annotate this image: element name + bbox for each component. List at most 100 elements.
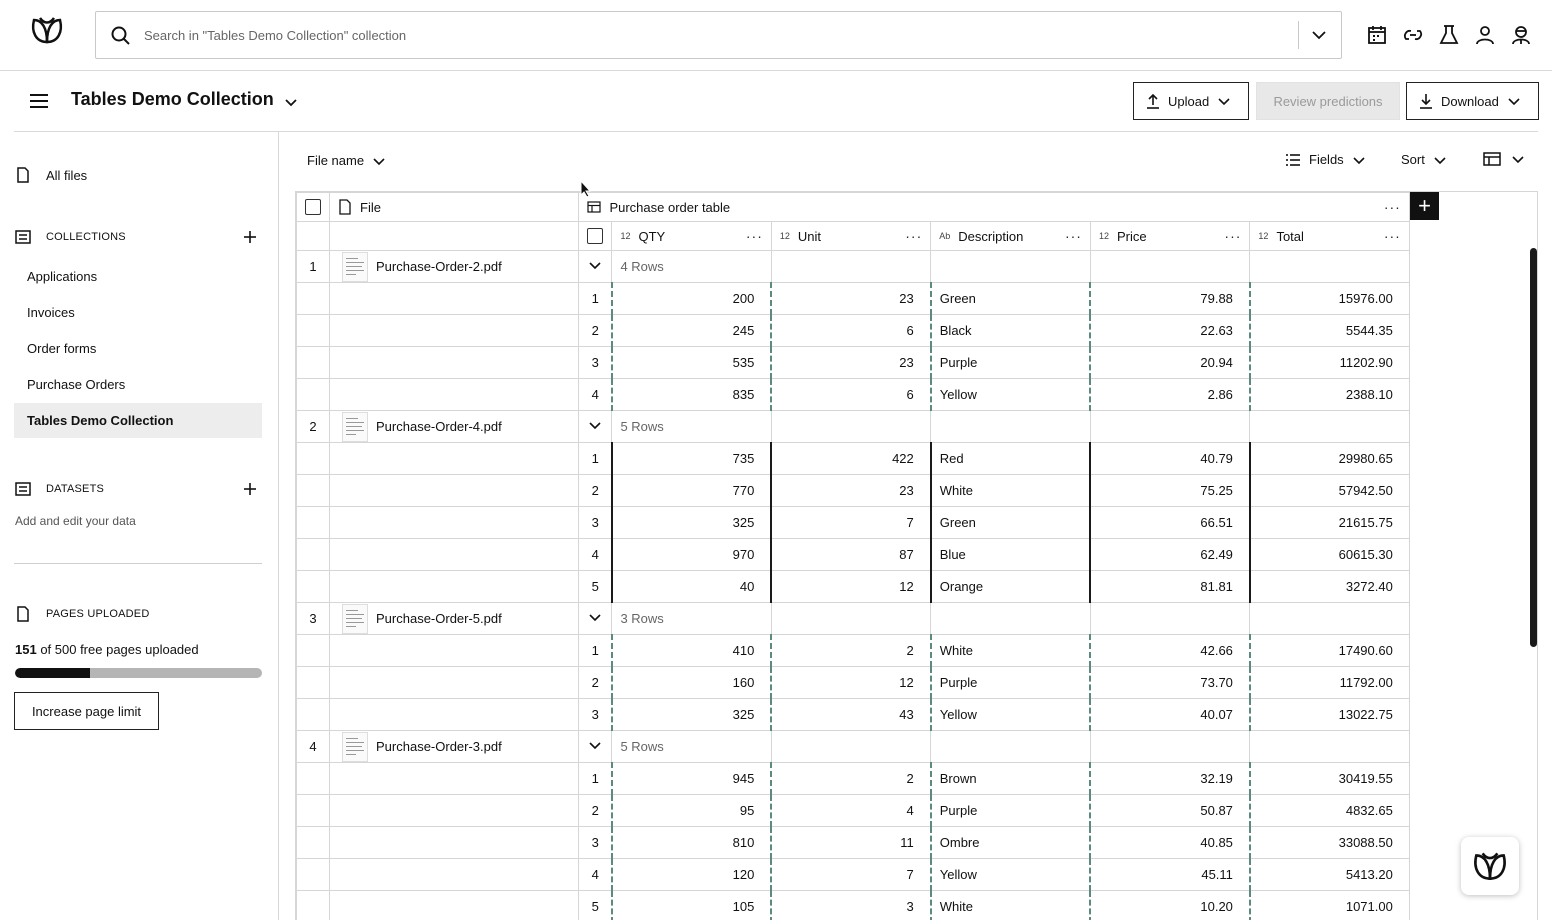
qty-cell[interactable]: 835 <box>610 378 772 411</box>
fields-button[interactable]: Fields <box>1285 152 1366 167</box>
view-toggle-button[interactable] <box>1483 152 1525 166</box>
table-row[interactable]: 2 770 23 White 75.25 57942.50 <box>296 474 1537 507</box>
column-header[interactable]: Ab Description ··· <box>930 221 1091 251</box>
expand-toggle-cell[interactable] <box>578 730 613 763</box>
table-row[interactable]: 4 835 6 Yellow 2.86 2388.10 <box>296 378 1537 411</box>
flask-icon[interactable] <box>1437 23 1461 47</box>
expand-toggle-cell[interactable] <box>578 410 613 443</box>
price-cell[interactable]: 79.88 <box>1089 282 1251 315</box>
table-row[interactable]: 1 410 2 White 42.66 17490.60 <box>296 634 1537 667</box>
unit-cell[interactable]: 6 <box>770 378 932 411</box>
file-name[interactable]: Purchase-Order-2.pdf <box>376 259 502 274</box>
file-name-filter[interactable]: File name <box>307 153 386 168</box>
expand-toggle-cell[interactable] <box>578 602 613 635</box>
qty-cell[interactable]: 970 <box>610 538 772 571</box>
table-row[interactable]: 3 810 11 Ombre 40.85 33088.50 <box>296 826 1537 859</box>
qty-cell[interactable]: 735 <box>610 442 772 475</box>
description-cell[interactable]: Green <box>929 282 1091 315</box>
total-cell[interactable]: 2388.10 <box>1248 378 1410 411</box>
file-cell[interactable]: Purchase-Order-2.pdf <box>328 250 580 283</box>
total-cell[interactable]: 5544.35 <box>1248 314 1410 347</box>
chevron-down-icon[interactable] <box>282 93 300 111</box>
price-cell[interactable]: 42.66 <box>1089 634 1251 667</box>
qty-cell[interactable]: 945 <box>610 762 772 795</box>
qty-cell[interactable]: 535 <box>610 346 772 379</box>
more-options-icon[interactable]: ··· <box>1065 228 1082 244</box>
total-cell[interactable]: 1071.00 <box>1248 890 1410 920</box>
column-header[interactable]: 12 Unit ··· <box>770 221 932 251</box>
file-cell[interactable]: Purchase-Order-4.pdf <box>328 410 580 443</box>
select-rows-cell[interactable] <box>578 221 613 251</box>
qty-cell[interactable]: 120 <box>610 858 772 891</box>
price-cell[interactable]: 50.87 <box>1089 794 1251 827</box>
table-row[interactable]: 4 970 87 Blue 62.49 60615.30 <box>296 538 1537 571</box>
total-cell[interactable]: 21615.75 <box>1248 506 1410 539</box>
total-cell[interactable]: 57942.50 <box>1248 474 1410 507</box>
price-cell[interactable]: 73.70 <box>1089 666 1251 699</box>
select-rows-checkbox[interactable] <box>587 228 604 245</box>
price-cell[interactable]: 40.79 <box>1089 442 1251 475</box>
price-cell[interactable]: 66.51 <box>1089 506 1251 539</box>
total-cell[interactable]: 60615.30 <box>1248 538 1410 571</box>
total-cell[interactable]: 33088.50 <box>1248 826 1410 859</box>
file-name[interactable]: Purchase-Order-4.pdf <box>376 419 502 434</box>
description-cell[interactable]: Blue <box>929 538 1091 571</box>
calendar-icon[interactable] <box>1365 23 1389 47</box>
sidebar-item-collection[interactable]: Applications <box>14 259 262 294</box>
add-column-button[interactable]: + <box>1410 192 1439 220</box>
add-dataset-icon[interactable] <box>242 481 258 497</box>
table-row[interactable]: 1 200 23 Green 79.88 15976.00 <box>296 282 1537 315</box>
unit-cell[interactable]: 23 <box>770 282 932 315</box>
table-row[interactable]: 5 40 12 Orange 81.81 3272.40 <box>296 570 1537 603</box>
qty-cell[interactable]: 95 <box>610 794 772 827</box>
more-options-icon[interactable]: ··· <box>746 228 763 244</box>
unit-cell[interactable]: 2 <box>770 762 932 795</box>
unit-cell[interactable]: 7 <box>770 858 932 891</box>
total-cell[interactable]: 4832.65 <box>1248 794 1410 827</box>
chevron-down-icon[interactable] <box>588 738 602 752</box>
description-cell[interactable]: Purple <box>929 346 1091 379</box>
description-cell[interactable]: Yellow <box>929 698 1091 731</box>
qty-cell[interactable]: 105 <box>610 890 772 920</box>
file-name[interactable]: Purchase-Order-3.pdf <box>376 739 502 754</box>
qty-cell[interactable]: 410 <box>610 634 772 667</box>
total-cell[interactable]: 11792.00 <box>1248 666 1410 699</box>
unit-cell[interactable]: 3 <box>770 890 932 920</box>
link-icon[interactable] <box>1401 23 1425 47</box>
chevron-down-icon[interactable] <box>588 610 602 624</box>
unit-cell[interactable]: 6 <box>770 314 932 347</box>
download-button[interactable]: Download <box>1406 82 1539 120</box>
unit-cell[interactable]: 12 <box>770 570 932 603</box>
qty-cell[interactable]: 160 <box>610 666 772 699</box>
file-row[interactable]: 4 Purchase-Order-3.pdf 5 Rows <box>296 730 1537 763</box>
file-row[interactable]: 3 Purchase-Order-5.pdf 3 Rows <box>296 602 1537 635</box>
description-cell[interactable]: Purple <box>929 666 1091 699</box>
table-row[interactable]: 2 245 6 Black 22.63 5544.35 <box>296 314 1537 347</box>
select-all-cell[interactable] <box>296 192 330 222</box>
sidebar-item-collection[interactable]: Invoices <box>14 295 262 330</box>
file-row[interactable]: 1 Purchase-Order-2.pdf 4 Rows <box>296 250 1537 283</box>
menu-icon[interactable] <box>28 91 50 111</box>
increase-page-limit-button[interactable]: Increase page limit <box>14 692 159 730</box>
search-input[interactable] <box>144 24 1294 46</box>
chevron-down-icon[interactable] <box>588 418 602 432</box>
chevron-down-icon[interactable] <box>1308 25 1330 45</box>
total-cell[interactable]: 17490.60 <box>1248 634 1410 667</box>
file-row[interactable]: 2 Purchase-Order-4.pdf 5 Rows <box>296 410 1537 443</box>
description-cell[interactable]: Purple <box>929 794 1091 827</box>
table-row[interactable]: 2 95 4 Purple 50.87 4832.65 <box>296 794 1537 827</box>
sidebar-item-collection[interactable]: Tables Demo Collection <box>14 403 262 438</box>
total-cell[interactable]: 5413.20 <box>1248 858 1410 891</box>
more-options-icon[interactable]: ··· <box>1224 228 1241 244</box>
table-row[interactable]: 3 325 7 Green 66.51 21615.75 <box>296 506 1537 539</box>
file-cell[interactable]: Purchase-Order-3.pdf <box>328 730 580 763</box>
total-cell[interactable]: 30419.55 <box>1248 762 1410 795</box>
price-cell[interactable]: 40.85 <box>1089 826 1251 859</box>
qty-cell[interactable]: 245 <box>610 314 772 347</box>
logo-icon[interactable] <box>28 14 66 46</box>
description-cell[interactable]: Ombre <box>929 826 1091 859</box>
description-cell[interactable]: Yellow <box>929 378 1091 411</box>
table-row[interactable]: 1 735 422 Red 40.79 29980.65 <box>296 442 1537 475</box>
total-cell[interactable]: 29980.65 <box>1248 442 1410 475</box>
description-cell[interactable]: Green <box>929 506 1091 539</box>
